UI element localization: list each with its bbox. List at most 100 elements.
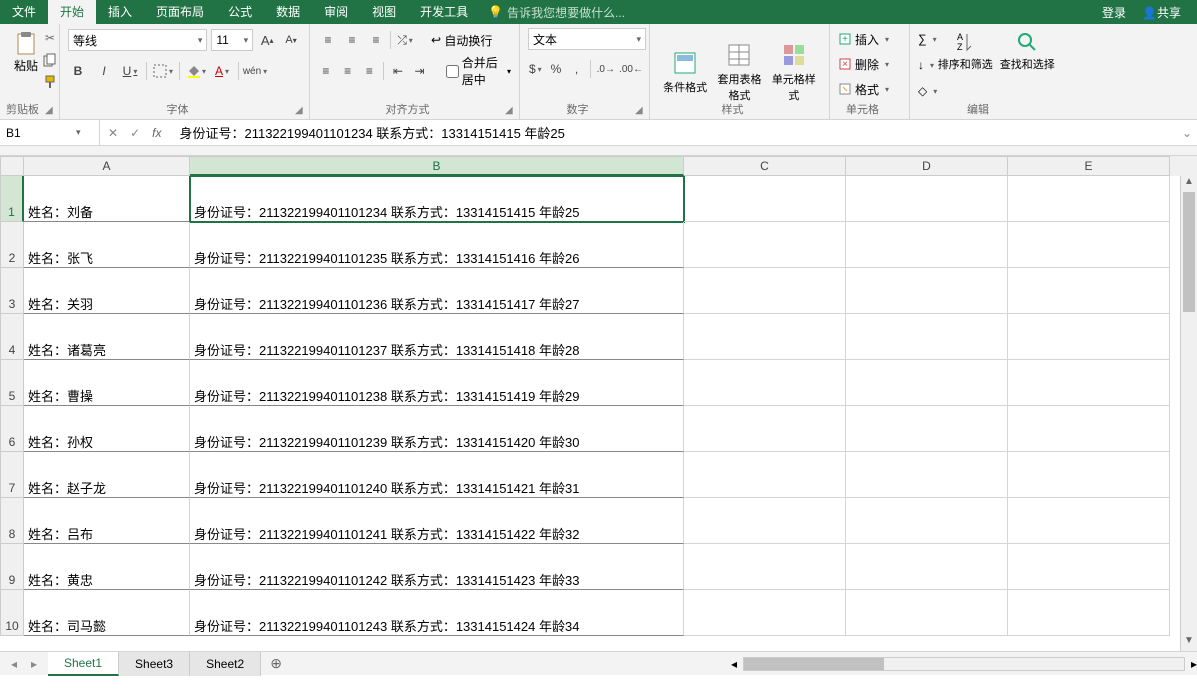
cell-E9[interactable] bbox=[1008, 544, 1170, 590]
wrap-text-button[interactable]: ↩ 自动换行 bbox=[431, 29, 492, 51]
align-top-button[interactable]: ≡ bbox=[318, 30, 338, 50]
clear-button[interactable]: ◇▾ bbox=[918, 80, 937, 102]
column-header-D[interactable]: D bbox=[846, 156, 1008, 176]
cell-A3[interactable]: 姓名：关羽 bbox=[24, 268, 190, 314]
sheet-tab-sheet3[interactable]: Sheet3 bbox=[119, 652, 190, 676]
row-header[interactable]: 7 bbox=[0, 452, 24, 498]
tab-home[interactable]: 开始 bbox=[48, 0, 96, 24]
row-header[interactable]: 6 bbox=[0, 406, 24, 452]
align-right-button[interactable]: ≡ bbox=[361, 61, 377, 81]
cell-C5[interactable] bbox=[684, 360, 846, 406]
row-header[interactable]: 4 bbox=[0, 314, 24, 360]
border-button[interactable] bbox=[153, 61, 173, 81]
sheet-tab-sheet2[interactable]: Sheet2 bbox=[190, 652, 261, 676]
cell-B3[interactable]: 身份证号：211322199401101236 联系方式：13314151417… bbox=[190, 268, 684, 314]
font-color-button[interactable]: A bbox=[212, 61, 232, 81]
cell-C4[interactable] bbox=[684, 314, 846, 360]
italic-button[interactable]: I bbox=[94, 61, 114, 81]
cell-B4[interactable]: 身份证号：211322199401101237 联系方式：13314151418… bbox=[190, 314, 684, 360]
align-bottom-button[interactable]: ≡ bbox=[366, 30, 386, 50]
row-header[interactable]: 9 bbox=[0, 544, 24, 590]
new-sheet-button[interactable]: ⊕ bbox=[261, 655, 291, 672]
clipboard-dialog-launcher[interactable]: ◢ bbox=[45, 105, 57, 117]
cell-B1[interactable]: 身份证号：211322199401101234 联系方式：13314151415… bbox=[190, 176, 684, 222]
cell-B10[interactable]: 身份证号：211322199401101243 联系方式：13314151424… bbox=[190, 590, 684, 636]
cell-C9[interactable] bbox=[684, 544, 846, 590]
cell-A6[interactable]: 姓名：孙权 bbox=[24, 406, 190, 452]
cell-B9[interactable]: 身份证号：211322199401101242 联系方式：13314151423… bbox=[190, 544, 684, 590]
delete-cells-button[interactable]: × 删除▾ bbox=[838, 53, 901, 75]
underline-button[interactable]: U bbox=[120, 61, 140, 81]
tab-developer[interactable]: 开发工具 bbox=[408, 0, 480, 24]
align-dialog-launcher[interactable]: ◢ bbox=[505, 105, 517, 117]
row-header[interactable]: 10 bbox=[0, 590, 24, 636]
number-dialog-launcher[interactable]: ◢ bbox=[635, 105, 647, 117]
cell-E4[interactable] bbox=[1008, 314, 1170, 360]
percent-button[interactable]: % bbox=[549, 59, 564, 79]
insert-cells-button[interactable]: + 插入▾ bbox=[838, 28, 901, 50]
cell-D10[interactable] bbox=[846, 590, 1008, 636]
align-left-button[interactable]: ≡ bbox=[318, 61, 334, 81]
font-dialog-launcher[interactable]: ◢ bbox=[295, 105, 307, 117]
cell-A7[interactable]: 姓名：赵子龙 bbox=[24, 452, 190, 498]
tab-formulas[interactable]: 公式 bbox=[216, 0, 264, 24]
format-painter-button[interactable] bbox=[42, 74, 58, 90]
login-button[interactable]: 登录 bbox=[1094, 4, 1134, 21]
cell-B6[interactable]: 身份证号：211322199401101239 联系方式：13314151420… bbox=[190, 406, 684, 452]
cell-A5[interactable]: 姓名：曹操 bbox=[24, 360, 190, 406]
autosum-button[interactable]: ∑▾ bbox=[918, 28, 937, 50]
row-header[interactable]: 1 bbox=[0, 176, 24, 222]
cell-E8[interactable] bbox=[1008, 498, 1170, 544]
row-header[interactable]: 3 bbox=[0, 268, 24, 314]
formula-bar-input[interactable] bbox=[175, 125, 1177, 140]
confirm-formula-button[interactable]: ✓ bbox=[130, 126, 140, 140]
sheet-tab-sheet1[interactable]: Sheet1 bbox=[48, 652, 119, 676]
merge-center-button[interactable]: 合并后居中▾ bbox=[446, 60, 511, 82]
cell-B7[interactable]: 身份证号：211322199401101240 联系方式：13314151421… bbox=[190, 452, 684, 498]
cell-D2[interactable] bbox=[846, 222, 1008, 268]
cell-D9[interactable] bbox=[846, 544, 1008, 590]
increase-decimal-button[interactable]: .0→ bbox=[597, 59, 615, 79]
cell-C10[interactable] bbox=[684, 590, 846, 636]
row-header[interactable]: 5 bbox=[0, 360, 24, 406]
phonetic-button[interactable]: wén bbox=[245, 61, 265, 81]
format-cells-button[interactable]: 格式▾ bbox=[838, 78, 901, 100]
cell-C7[interactable] bbox=[684, 452, 846, 498]
cell-A4[interactable]: 姓名：诸葛亮 bbox=[24, 314, 190, 360]
cell-C8[interactable] bbox=[684, 498, 846, 544]
tab-review[interactable]: 审阅 bbox=[312, 0, 360, 24]
comma-button[interactable]: , bbox=[569, 59, 584, 79]
cell-C1[interactable] bbox=[684, 176, 846, 222]
column-header-B[interactable]: B bbox=[190, 156, 684, 176]
scroll-down-arrow[interactable]: ▼ bbox=[1181, 635, 1197, 651]
tab-data[interactable]: 数据 bbox=[264, 0, 312, 24]
cell-E5[interactable] bbox=[1008, 360, 1170, 406]
cell-A1[interactable]: 姓名：刘备 bbox=[24, 176, 190, 222]
sheet-nav-first[interactable]: ◂ bbox=[6, 657, 22, 671]
cell-C2[interactable] bbox=[684, 222, 846, 268]
scroll-left-arrow[interactable]: ◂ bbox=[731, 657, 737, 671]
cell-D1[interactable] bbox=[846, 176, 1008, 222]
orientation-button[interactable]: ⤮ bbox=[395, 30, 415, 50]
align-middle-button[interactable]: ≡ bbox=[342, 30, 362, 50]
cell-D6[interactable] bbox=[846, 406, 1008, 452]
increase-font-button[interactable]: A▴ bbox=[257, 30, 277, 50]
horizontal-scroll-thumb[interactable] bbox=[744, 658, 884, 670]
cell-A10[interactable]: 姓名：司马懿 bbox=[24, 590, 190, 636]
scroll-up-arrow[interactable]: ▲ bbox=[1181, 176, 1197, 192]
fill-color-button[interactable] bbox=[186, 61, 206, 81]
cancel-formula-button[interactable]: ✕ bbox=[108, 126, 118, 140]
increase-indent-button[interactable]: ⇥ bbox=[412, 61, 428, 81]
cell-B8[interactable]: 身份证号：211322199401101241 联系方式：13314151422… bbox=[190, 498, 684, 544]
cell-A8[interactable]: 姓名：吕布 bbox=[24, 498, 190, 544]
cell-D3[interactable] bbox=[846, 268, 1008, 314]
share-button[interactable]: 👤共享 bbox=[1134, 4, 1189, 21]
find-select-button[interactable]: 查找和选择 bbox=[999, 28, 1055, 102]
tell-me-search[interactable]: 💡 告诉我您想要做什么... bbox=[488, 4, 625, 21]
cell-C6[interactable] bbox=[684, 406, 846, 452]
font-size-combo[interactable]: 11▾ bbox=[211, 29, 253, 51]
tab-file[interactable]: 文件 bbox=[0, 0, 48, 24]
decrease-indent-button[interactable]: ⇤ bbox=[390, 61, 406, 81]
row-header[interactable]: 2 bbox=[0, 222, 24, 268]
column-header-E[interactable]: E bbox=[1008, 156, 1170, 176]
